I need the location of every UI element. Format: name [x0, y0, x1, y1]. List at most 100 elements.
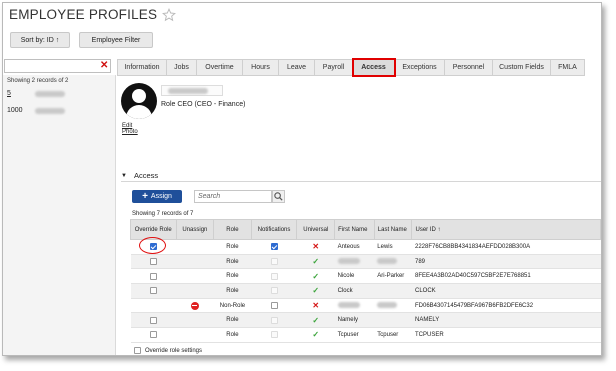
- first-name-cell: Namely: [334, 312, 375, 329]
- last-name-cell: [374, 283, 412, 299]
- access-search-input[interactable]: Search: [194, 190, 272, 203]
- override-role-checkbox[interactable]: [149, 316, 157, 324]
- first-name-cell: Nicole: [334, 268, 375, 285]
- col-user-id[interactable]: User ID ↑: [411, 219, 601, 240]
- highlight-circle: [139, 237, 166, 254]
- blurred-name: [35, 90, 65, 97]
- list-item[interactable]: 1000: [7, 107, 65, 114]
- tab-hours[interactable]: Hours: [243, 59, 279, 76]
- tab-fmla[interactable]: FMLA: [551, 59, 585, 76]
- table-row[interactable]: Role ✓ Nicole Ari-Parker 8FEE4A3B02AD40C597C…: [130, 268, 601, 285]
- list-item[interactable]: 5: [7, 90, 65, 97]
- check-icon: ✓: [312, 257, 320, 267]
- access-section-title: Access: [133, 171, 159, 180]
- employee-id: 1000: [7, 107, 23, 114]
- table-row[interactable]: Role ✓ Clock CLOCK: [130, 283, 601, 299]
- last-name-cell: [374, 298, 412, 314]
- col-first-name[interactable]: First Name: [334, 219, 375, 240]
- user-id-cell: FD06B4307145479BFA967B6FB2DFE6C32: [411, 298, 601, 314]
- notifications-checkbox: [270, 331, 278, 339]
- last-name-cell: Ari-Parker: [374, 268, 412, 285]
- check-icon: ✓: [312, 315, 320, 325]
- title-row: EMPLOYEE PROFILES: [9, 7, 177, 22]
- notifications-checkbox: [270, 272, 278, 280]
- sort-button[interactable]: Sort by: ID ↑: [10, 32, 70, 48]
- first-name-cell: Clock: [334, 283, 375, 299]
- access-section-header[interactable]: ▼ Access: [121, 171, 158, 180]
- employee-records-count: Showing 2 records of 2: [7, 78, 69, 84]
- x-icon: ✕: [312, 242, 320, 252]
- tab-payroll[interactable]: Payroll: [315, 59, 353, 76]
- override-role-settings[interactable]: Override role settings: [134, 347, 202, 354]
- table-row[interactable]: Role ✓ Tcpuser Tcpuser TCPUSER: [130, 327, 601, 343]
- first-name-cell: [334, 298, 375, 314]
- role-cell: Non-Role: [213, 298, 252, 314]
- col-role[interactable]: Role: [213, 219, 252, 240]
- override-role-checkbox[interactable]: [149, 287, 157, 295]
- override-role-checkbox[interactable]: [149, 257, 157, 265]
- user-id-cell: 2228F76CB8BB4341834AEFDD028B300A: [411, 239, 601, 255]
- col-notifications[interactable]: Notifications: [250, 219, 298, 240]
- employee-role: Role CEO (CEO - Finance): [161, 101, 246, 108]
- profile-tabs: Information Jobs Overtime Hours Leave Pa…: [117, 58, 585, 77]
- table-row[interactable]: Role ✓ Namely NAMELY: [130, 312, 601, 329]
- role-cell: Role: [213, 239, 252, 255]
- user-id-cell: 8FEE4A3B02AD40C597C5BF2E7E768851: [411, 268, 601, 285]
- page-title: EMPLOYEE PROFILES: [9, 7, 158, 22]
- override-role-checkbox[interactable]: [149, 272, 157, 280]
- check-icon: ✓: [312, 271, 320, 281]
- last-name-cell: Tcpuser: [374, 327, 412, 343]
- role-cell: Role: [213, 254, 252, 270]
- first-name-cell: [334, 254, 375, 270]
- col-unassign[interactable]: Unassign: [175, 219, 215, 240]
- check-icon: ✓: [312, 330, 320, 340]
- employee-name-blurred: [161, 85, 223, 96]
- col-universal[interactable]: Universal: [296, 219, 336, 240]
- first-name-cell: Anteous: [334, 239, 375, 255]
- access-table: Override Role Unassign Role Notification…: [130, 219, 601, 343]
- role-cell: Role: [213, 268, 252, 285]
- table-row[interactable]: Non-Role ✕ FD06B4307145479BFA967B6FB2DFE6C…: [130, 298, 601, 314]
- notifications-checkbox: [270, 316, 278, 324]
- role-cell: Role: [213, 283, 252, 299]
- last-name-cell: [374, 254, 412, 270]
- collapse-arrow-icon[interactable]: ▼: [121, 173, 127, 179]
- user-id-cell: CLOCK: [411, 283, 601, 299]
- tab-overtime[interactable]: Overtime: [197, 59, 243, 76]
- last-name-cell: Lewis: [374, 239, 412, 255]
- tab-leave[interactable]: Leave: [279, 59, 315, 76]
- check-icon: ✓: [312, 286, 320, 296]
- table-header-row: Override Role Unassign Role Notification…: [130, 219, 601, 240]
- search-icon[interactable]: [272, 190, 285, 203]
- role-cell: Role: [213, 312, 252, 329]
- last-name-cell: [374, 312, 412, 329]
- override-settings-checkbox[interactable]: [134, 347, 141, 354]
- notifications-checkbox[interactable]: [270, 243, 278, 251]
- employee-search-input[interactable]: [4, 59, 111, 73]
- employee-id[interactable]: 5: [7, 90, 35, 97]
- override-role-checkbox[interactable]: [149, 331, 157, 339]
- avatar: [121, 83, 157, 119]
- unassign-icon[interactable]: [190, 301, 199, 310]
- notifications-checkbox[interactable]: [270, 302, 278, 310]
- app-window: EMPLOYEE PROFILES Sort by: ID ↑ Employee…: [2, 2, 602, 356]
- table-row[interactable]: Role ✓ 789: [130, 254, 601, 270]
- user-id-cell: TCPUSER: [411, 327, 601, 343]
- role-cell: Role: [213, 327, 252, 343]
- user-id-cell: NAMELY: [411, 312, 601, 329]
- assign-button[interactable]: + Assign: [132, 190, 182, 203]
- employee-filter-button[interactable]: Employee Filter: [79, 32, 153, 48]
- tab-jobs[interactable]: Jobs: [167, 59, 197, 76]
- edit-photo-link[interactable]: Edit Photo: [122, 123, 138, 135]
- clear-search-icon[interactable]: ✕: [100, 60, 108, 72]
- x-icon: ✕: [312, 301, 320, 311]
- blurred-name: [35, 107, 65, 114]
- tab-access[interactable]: Access: [352, 58, 396, 77]
- table-row[interactable]: Role ✕ Anteous Lewis 2228F76CB8BB4341834AEFD…: [130, 239, 601, 255]
- tab-personnel[interactable]: Personnel: [445, 59, 493, 76]
- tab-custom-fields[interactable]: Custom Fields: [493, 59, 551, 76]
- col-last-name[interactable]: Last Name: [373, 219, 413, 240]
- star-icon[interactable]: [162, 7, 177, 22]
- tab-information[interactable]: Information: [117, 59, 167, 76]
- tab-exceptions[interactable]: Exceptions: [395, 59, 445, 76]
